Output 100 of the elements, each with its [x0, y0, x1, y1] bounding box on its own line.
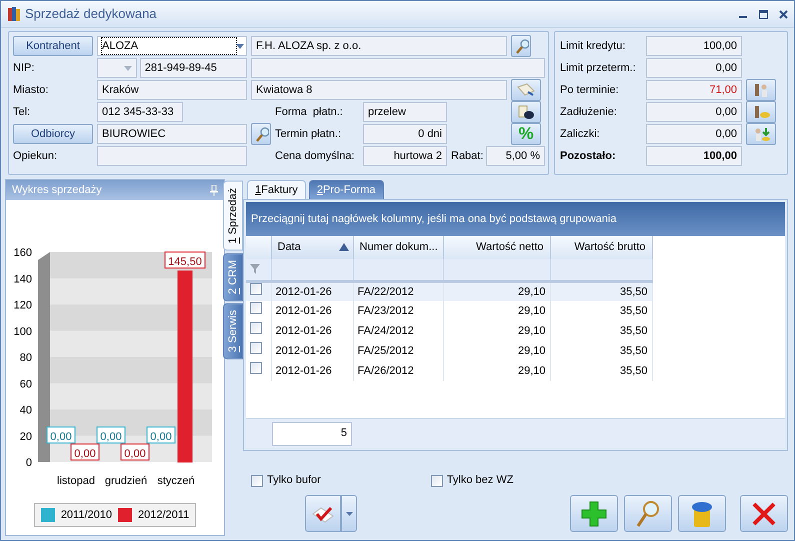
- recipient-lookup-button[interactable]: [251, 123, 271, 145]
- envelope-icon: [517, 83, 535, 97]
- column-header[interactable]: Wartość netto: [443, 236, 550, 259]
- side-tab[interactable]: 1 Sprzedaż: [223, 181, 243, 251]
- balance-field: 71,00: [646, 80, 742, 100]
- caretaker-label: Opiekun:: [13, 148, 58, 164]
- dropdown-button[interactable]: [341, 495, 357, 532]
- tel-label: Tel:: [13, 104, 32, 120]
- balance-field: 0,00: [646, 102, 742, 122]
- table-cell: 2012-01-26: [271, 301, 353, 321]
- balance-button[interactable]: [746, 101, 776, 123]
- table-cell: FA/23/2012: [353, 301, 443, 321]
- tel-field: 012 345-33-33: [97, 102, 183, 122]
- table-cell: FA/25/2012: [353, 341, 443, 361]
- balance-field: 0,00: [646, 124, 742, 144]
- group-by-area: Przeciągnij tutaj nagłówek kolumny, jeśli ma ona być podstawą grupowania: [246, 202, 785, 236]
- payment-form-field: przelew: [363, 102, 447, 122]
- table-cell: 35,50: [550, 341, 652, 361]
- contractor-combo[interactable]: ALOZA: [97, 36, 247, 56]
- books-icon: [7, 6, 21, 22]
- axis-tick-label: 80: [20, 352, 32, 364]
- legend-label: 2012/2011: [138, 508, 190, 522]
- checkbox[interactable]: [430, 474, 443, 486]
- search-icon: [634, 500, 662, 528]
- dropdown-caret-icon: [236, 44, 244, 48]
- delete-button[interactable]: [678, 495, 726, 532]
- magnifier-icon: [253, 126, 269, 142]
- close-icon: [750, 500, 778, 528]
- balance-button[interactable]: [746, 79, 776, 101]
- close-icon[interactable]: [779, 10, 788, 18]
- axis-tick-label: 160: [14, 247, 32, 259]
- payment-form-label: Forma płatn.:: [275, 104, 344, 120]
- approve-button[interactable]: [305, 495, 341, 532]
- axis-tick-label: 120: [14, 300, 32, 312]
- data-label: 0,00: [46, 426, 76, 444]
- axis-tick-label: 60: [20, 378, 32, 390]
- contractor-button[interactable]: Kontrahent: [13, 36, 93, 56]
- payment-button[interactable]: [511, 101, 541, 123]
- axis-tick-label: 140: [14, 273, 32, 286]
- record-count: 5: [272, 422, 352, 446]
- checkbox-label: Tylko bufor: [267, 473, 321, 488]
- street-field: Kwiatowa 8: [251, 80, 507, 100]
- document-icon: [517, 104, 535, 120]
- balance-label: Zadłużenie:: [560, 104, 618, 120]
- default-price-label: Cena domyślna:: [275, 148, 356, 164]
- row-checkbox[interactable]: [250, 362, 262, 374]
- filter-cell[interactable]: [353, 259, 443, 281]
- row-checkbox[interactable]: [250, 342, 262, 354]
- data-label: 0,00: [146, 426, 176, 444]
- maximize-icon[interactable]: [759, 10, 768, 18]
- recipients-button[interactable]: Odbiorcy: [13, 124, 93, 144]
- city-field: Kraków: [97, 80, 247, 100]
- column-header[interactable]: Data: [271, 236, 353, 259]
- document-tab[interactable]: 1Faktury: [247, 180, 306, 199]
- discount-field: 5,00 %: [486, 146, 545, 166]
- add-button[interactable]: [570, 495, 618, 532]
- filter-icon[interactable]: [250, 264, 260, 274]
- row-checkbox[interactable]: [250, 283, 262, 295]
- search-button[interactable]: [624, 495, 672, 532]
- table-cell: FA/24/2012: [353, 321, 443, 341]
- sort-ascending-icon: [338, 243, 348, 251]
- column-header[interactable]: Wartość brutto: [550, 236, 652, 259]
- legend-label: 2011/2010: [60, 508, 112, 522]
- balance-label: Zaliczki:: [560, 126, 601, 142]
- table-cell: 29,10: [443, 301, 550, 321]
- filter-cell[interactable]: [443, 259, 550, 281]
- data-label: 0,00: [70, 444, 100, 460]
- magnifier-icon: [513, 38, 529, 54]
- checkbox[interactable]: [251, 474, 263, 486]
- recipient-field: BIUROWIEC: [97, 124, 247, 144]
- pin-icon[interactable]: [210, 184, 218, 196]
- row-checkbox[interactable]: [250, 302, 262, 314]
- column-header[interactable]: Numer dokum...: [353, 236, 443, 259]
- balance-field: 0,00: [646, 58, 742, 78]
- balance-label: Po terminie:: [560, 82, 620, 98]
- balance-button[interactable]: [746, 123, 776, 145]
- category-label: grudzień: [104, 475, 148, 487]
- balance-label: Limit kredytu:: [560, 38, 626, 54]
- table-cell: 2012-01-26: [271, 321, 353, 341]
- axis-tick-label: 40: [20, 404, 32, 416]
- data-label: 145,50: [164, 252, 206, 269]
- nip-prefix-combo[interactable]: [97, 58, 137, 78]
- row-checkbox[interactable]: [250, 322, 262, 334]
- name-field: F.H. ALOZA sp. z o.o.: [251, 36, 507, 56]
- filter-cell[interactable]: [271, 259, 353, 281]
- payment-term-label: Termin płatn.:: [275, 126, 342, 142]
- discount-label: Rabat:: [451, 148, 484, 164]
- lookup-button[interactable]: [511, 35, 531, 57]
- filter-cell[interactable]: [550, 259, 652, 281]
- category-label: styczeń: [157, 475, 195, 487]
- balance-field: 100,00: [646, 146, 742, 166]
- table-cell: 2012-01-26: [271, 361, 353, 381]
- balance-field: 100,00: [646, 36, 742, 56]
- checkbox-label: Tylko bez WZ: [446, 473, 514, 488]
- caret-icon: [346, 512, 352, 516]
- axis-tick-label: 0: [26, 457, 32, 469]
- panel-title: Wykres sprzedaży: [12, 182, 102, 198]
- close-button[interactable]: [740, 495, 788, 532]
- table-cell: 35,50: [550, 301, 652, 321]
- axis-tick-label: 20: [20, 430, 32, 443]
